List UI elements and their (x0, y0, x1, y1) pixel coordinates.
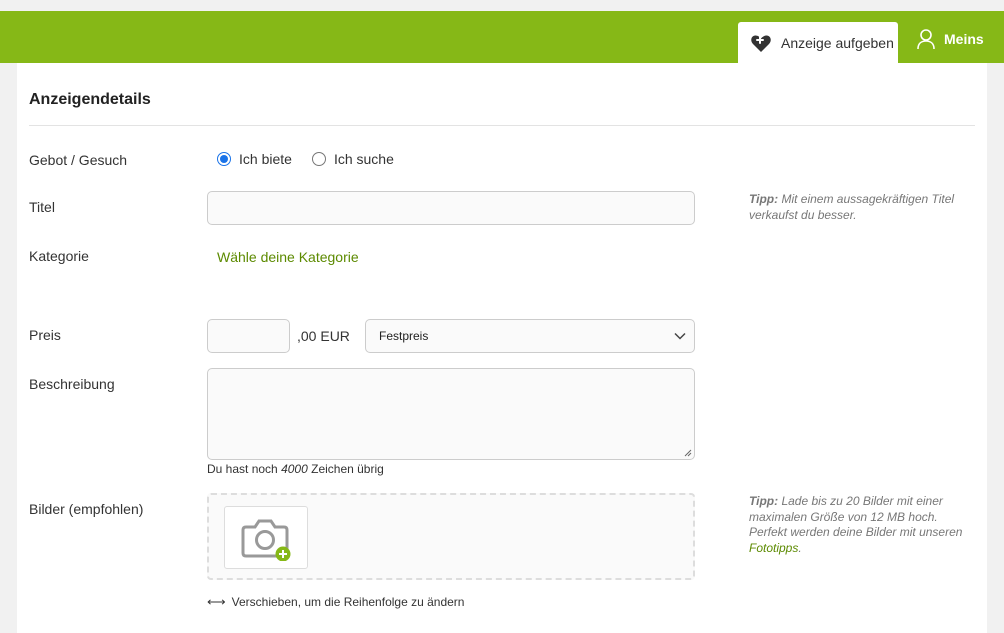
radio-search-indicator[interactable] (311, 152, 326, 166)
images-tip-bold: Tipp: (749, 494, 779, 508)
char-counter-suffix: Zeichen übrig (311, 462, 384, 476)
section-divider (29, 125, 975, 126)
title-tip: Tipp: Mit einem aussagekräftigen Titel v… (749, 192, 979, 223)
offer-type-radio-group: Ich biete Ich suche (217, 151, 414, 167)
section-title: Anzeigendetails (29, 91, 151, 108)
reorder-hint-text: Verschieben, um die Reihenfolge zu änder… (231, 595, 465, 609)
images-tip-end: . (798, 540, 802, 555)
tag-heart-plus-icon (751, 34, 771, 52)
title-tip-text: Mit einem aussagekräftigen Titel verkauf… (749, 192, 955, 222)
account-label: Meins (944, 31, 984, 47)
header-bar: Anzeige aufgeben Meins (0, 11, 1004, 63)
title-tip-bold: Tipp: (749, 192, 779, 206)
radio-offer-indicator[interactable] (217, 152, 231, 166)
image-upload-zone[interactable] (207, 493, 695, 580)
post-ad-button[interactable]: Anzeige aufgeben (738, 22, 898, 63)
camera-add-icon (241, 519, 291, 561)
user-icon (917, 29, 935, 50)
top-strip (0, 0, 1004, 11)
title-label: Titel (29, 199, 55, 215)
left-right-arrow-icon: ⟷ (207, 594, 226, 609)
description-label: Beschreibung (29, 376, 115, 392)
char-counter: Du hast noch 4000 Zeichen übrig (207, 462, 384, 476)
images-tip-text: Lade bis zu 20 Bilder mit einer maximale… (749, 494, 963, 539)
price-input[interactable] (207, 319, 290, 353)
radio-offer-label: Ich biete (239, 151, 292, 167)
char-counter-prefix: Du hast noch (207, 462, 278, 476)
price-label: Preis (29, 327, 61, 343)
add-photo-button[interactable] (224, 506, 308, 569)
reorder-hint: ⟷ Verschieben, um die Reihenfolge zu änd… (207, 594, 464, 610)
price-suffix: ,00 EUR (297, 328, 350, 344)
price-type-select[interactable]: Festpreis (365, 319, 695, 353)
description-textarea[interactable] (207, 368, 695, 460)
category-label: Kategorie (29, 248, 89, 264)
radio-search[interactable]: Ich suche (311, 151, 394, 167)
radio-offer[interactable]: Ich biete (217, 151, 292, 167)
account-button[interactable]: Meins (916, 25, 984, 53)
ad-details-card: Anzeigendetails Gebot / Gesuch Ich biete… (17, 63, 987, 633)
char-counter-count: 4000 (281, 462, 308, 476)
radio-search-label: Ich suche (333, 151, 394, 167)
images-tip: Tipp: Lade bis zu 20 Bilder mit einer ma… (749, 494, 979, 556)
offer-type-label: Gebot / Gesuch (29, 152, 128, 168)
chevron-down-icon (674, 332, 686, 340)
title-input[interactable] (207, 191, 695, 225)
price-type-value: Festpreis (379, 329, 429, 343)
resize-handle-icon[interactable] (684, 449, 692, 457)
images-label: Bilder (empfohlen) (29, 501, 144, 517)
choose-category-link[interactable]: Wähle deine Kategorie (217, 249, 359, 265)
post-ad-label: Anzeige aufgeben (781, 34, 894, 51)
photo-tips-link[interactable]: Fototipps (749, 541, 798, 555)
